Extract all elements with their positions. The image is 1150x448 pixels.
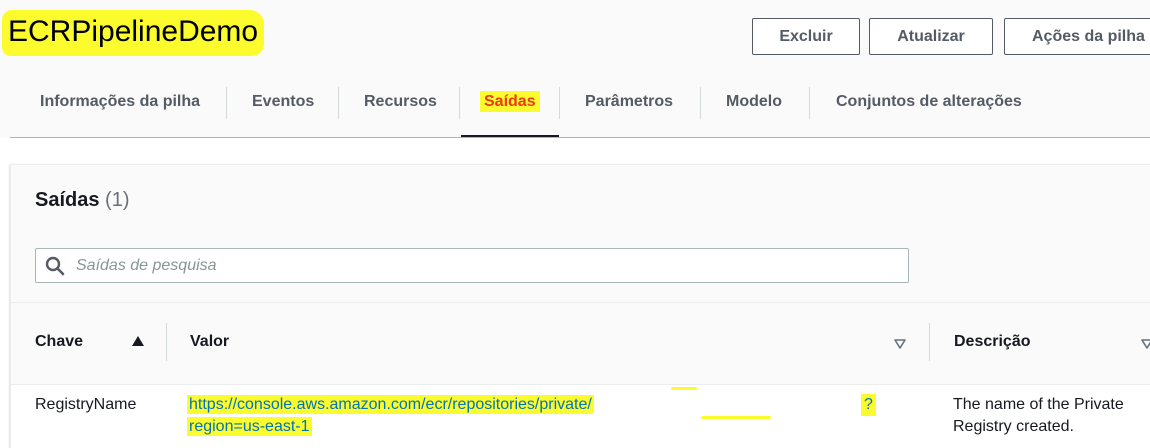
outputs-title: Saídas (1) bbox=[35, 189, 130, 212]
outputs-panel: Saídas (1) Chave Valor Descrição Registr… bbox=[10, 164, 1150, 448]
sort-ascending-icon[interactable] bbox=[132, 336, 144, 346]
delete-button[interactable]: Excluir bbox=[752, 18, 860, 55]
table-row: RegistryName https://console.aws.amazon.… bbox=[11, 385, 1150, 448]
sort-descending-icon[interactable] bbox=[894, 339, 906, 349]
outputs-title-text: Saídas bbox=[35, 189, 100, 211]
tab-label: Saídas bbox=[480, 91, 540, 112]
url-query-mark[interactable]: ? bbox=[861, 394, 876, 416]
sort-descending-icon[interactable] bbox=[1141, 339, 1150, 349]
update-button[interactable]: Atualizar bbox=[869, 18, 993, 55]
tab-divider bbox=[700, 87, 701, 119]
stack-header: ECRPipelineDemo Excluir Atualizar Ações … bbox=[0, 0, 1150, 66]
tab-parameters[interactable]: Parâmetros bbox=[581, 66, 677, 138]
output-key: RegistryName bbox=[35, 396, 137, 413]
tab-label: Modelo bbox=[726, 93, 782, 110]
tab-divider bbox=[338, 87, 339, 119]
search-input[interactable] bbox=[76, 249, 896, 282]
url-line-1: https://console.aws.amazon.com/ecr/repos… bbox=[189, 396, 592, 413]
column-divider[interactable] bbox=[166, 323, 167, 361]
tab-divider bbox=[809, 87, 810, 119]
tab-outputs[interactable]: Saídas bbox=[480, 66, 540, 138]
search-icon bbox=[45, 256, 65, 276]
highlight-stroke bbox=[671, 387, 697, 390]
search-box[interactable] bbox=[35, 248, 909, 283]
output-value: https://console.aws.amazon.com/ecr/repos… bbox=[187, 394, 627, 438]
tab-template[interactable]: Modelo bbox=[722, 66, 786, 138]
column-header-value[interactable]: Valor bbox=[190, 303, 229, 385]
tab-label: Informações da pilha bbox=[40, 93, 201, 110]
output-description: The name of the Private Registry created… bbox=[953, 396, 1124, 435]
tab-label: Recursos bbox=[364, 93, 437, 110]
tab-label: Eventos bbox=[252, 93, 315, 110]
tab-resources[interactable]: Recursos bbox=[360, 66, 441, 138]
tab-change-sets[interactable]: Conjuntos de alterações bbox=[832, 66, 1026, 138]
outputs-count: (1) bbox=[105, 189, 130, 211]
tab-label: Conjuntos de alterações bbox=[836, 93, 1022, 110]
outputs-panel-header: Saídas (1) bbox=[11, 165, 1150, 303]
tab-divider bbox=[459, 87, 460, 119]
output-value-link[interactable]: https://console.aws.amazon.com/ecr/repos… bbox=[187, 395, 594, 436]
table-header: Chave Valor Descrição bbox=[11, 303, 1150, 385]
tab-events[interactable]: Eventos bbox=[248, 66, 318, 138]
column-divider[interactable] bbox=[929, 323, 930, 361]
stack-tabs: Informações da pilha Eventos Recursos Sa… bbox=[0, 66, 1150, 138]
tabs-divider bbox=[10, 137, 1150, 138]
stack-actions-button[interactable]: Ações da pilha bbox=[1004, 18, 1150, 55]
tab-stack-info[interactable]: Informações da pilha bbox=[36, 66, 204, 138]
highlight-stroke bbox=[701, 416, 771, 419]
column-header-key[interactable]: Chave bbox=[35, 303, 83, 385]
tab-divider bbox=[226, 87, 227, 119]
column-header-description[interactable]: Descrição bbox=[954, 303, 1031, 385]
tab-divider bbox=[559, 87, 560, 119]
tab-label: Parâmetros bbox=[585, 93, 674, 110]
url-line-2: region=us-east-1 bbox=[189, 418, 310, 435]
page-title: ECRPipelineDemo bbox=[2, 10, 265, 56]
